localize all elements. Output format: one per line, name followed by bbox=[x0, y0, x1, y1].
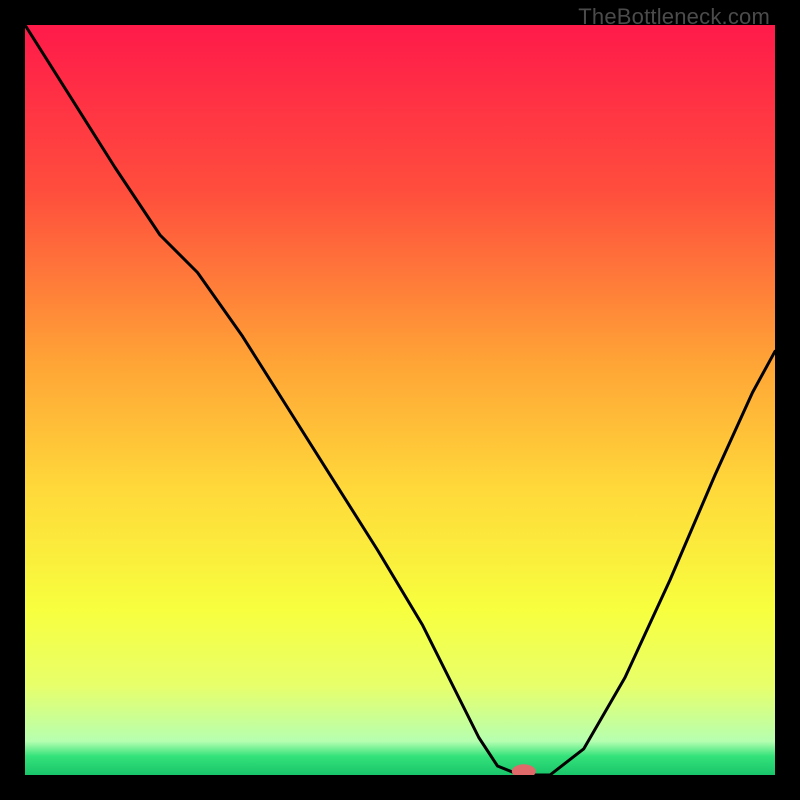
gradient-background bbox=[25, 25, 775, 775]
chart-svg bbox=[25, 25, 775, 775]
chart-plot-area bbox=[25, 25, 775, 775]
outer-frame: TheBottleneck.com bbox=[0, 0, 800, 800]
